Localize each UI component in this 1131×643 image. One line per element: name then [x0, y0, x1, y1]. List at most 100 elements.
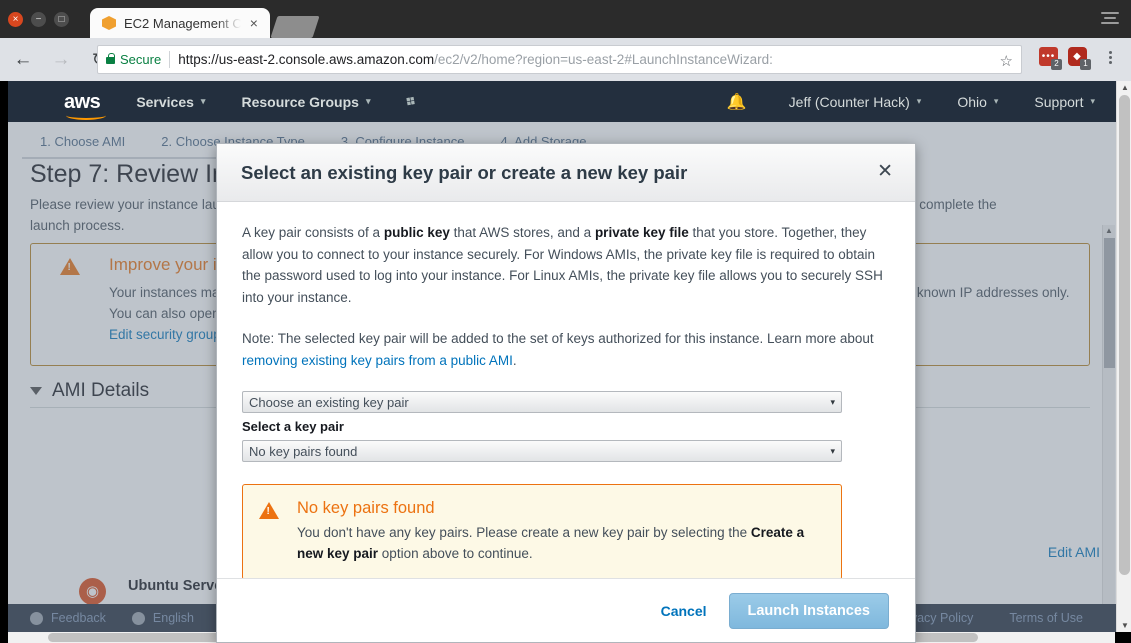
launch-instances-button[interactable]: Launch Instances [728, 592, 889, 629]
ubuntu-logo-icon: ◉ [79, 578, 106, 605]
alert-text-part-2: option above to continue. [378, 546, 533, 561]
aws-logo-text: aws [64, 90, 101, 113]
security-status-label: Secure [120, 52, 162, 67]
alert-text: You don't have any key pairs. Please cre… [297, 522, 825, 564]
key-pair-mode-select[interactable]: Choose an existing key pair ▾ [242, 391, 842, 413]
adblock-extension-icon[interactable]: ••• 2 [1039, 47, 1062, 70]
window-close-button[interactable]: × [8, 12, 23, 27]
browser-toolbar: ← → ↻ Secure https://us-east-2.console.a… [0, 38, 1131, 81]
tab-close-icon[interactable]: × [250, 16, 258, 30]
modal-body: A key pair consists of a public key that… [217, 202, 915, 580]
minimize-icon: − [35, 14, 42, 25]
modal-title: Select an existing key pair or create a … [241, 161, 688, 183]
nav-region[interactable]: Ohio ▾ [957, 94, 998, 110]
key-pair-name-value: No key pairs found [249, 443, 358, 459]
feedback-link[interactable]: Feedback [51, 611, 106, 625]
url-text: https://us-east-2.console.aws.amazon.com… [178, 52, 773, 67]
cancel-button[interactable]: Cancel [661, 603, 707, 619]
public-key-term: public key [383, 225, 450, 240]
pin-icon[interactable]: ❖ [401, 91, 420, 112]
bookmark-star-icon[interactable]: ☆ [1000, 52, 1013, 70]
chevron-down-icon: ▾ [200, 96, 206, 106]
key-pair-mode-value: Choose an existing key pair [249, 394, 409, 410]
note-part-1: Note: The selected key pair will be adde… [242, 331, 874, 346]
window-titlebar: × − □ EC2 Management C × [0, 0, 1131, 38]
new-tab-button[interactable] [270, 16, 320, 38]
scroll-up-icon[interactable]: ▲ [1121, 83, 1129, 92]
aws-cube-icon [102, 16, 116, 30]
window-minimize-button[interactable]: − [31, 12, 46, 27]
page-vertical-scrollbar[interactable]: ▲ ▼ [1116, 81, 1131, 632]
chevron-down-icon: ▾ [1090, 96, 1095, 106]
window-controls: × − □ [8, 12, 69, 27]
browser-tab[interactable]: EC2 Management C × [90, 8, 270, 38]
terms-of-use-link[interactable]: Terms of Use [1009, 611, 1083, 625]
language-link[interactable]: English [153, 611, 194, 625]
nav-resource-groups[interactable]: Resource Groups ▾ [241, 94, 370, 110]
caret-down-icon [30, 387, 42, 395]
inner-scroll-thumb[interactable] [1104, 238, 1115, 368]
adblock-badge: 2 [1051, 59, 1062, 70]
notification-bell-icon[interactable]: 🔔 [727, 92, 747, 112]
alert-text-part-1: You don't have any key pairs. Please cre… [297, 525, 751, 540]
chevron-down-icon: ▾ [830, 445, 835, 456]
nav-support[interactable]: Support ▾ [1034, 94, 1095, 110]
scroll-down-icon[interactable]: ▼ [1121, 621, 1129, 630]
nav-region-label: Ohio [957, 93, 987, 110]
nav-support-label: Support [1034, 93, 1084, 110]
chevron-down-icon: ▾ [365, 96, 371, 106]
vertical-scroll-thumb[interactable] [1119, 95, 1130, 575]
warning-triangle-icon [259, 499, 279, 565]
back-button[interactable]: ← [8, 45, 38, 75]
alert-content: No key pairs found You don't have any ke… [297, 499, 825, 565]
warning-triangle-icon [60, 258, 80, 276]
wizard-tab-1[interactable]: 1. Choose AMI [22, 130, 144, 159]
edit-ami-link[interactable]: Edit AMI [1048, 544, 1100, 560]
forward-button[interactable]: → [46, 45, 76, 75]
url-host: https://us-east-2.console.aws.amazon.com [178, 52, 435, 67]
removing-key-pairs-link[interactable]: removing existing key pairs from a publi… [242, 353, 513, 368]
footer-left: Feedback English [30, 611, 194, 625]
omnibox-divider [169, 51, 171, 68]
shield-extension-icon[interactable]: ◆ 1 [1068, 47, 1091, 70]
nav-account[interactable]: Jeff (Counter Hack) ▾ [789, 94, 922, 110]
close-icon[interactable]: ✕ [877, 162, 893, 181]
ami-details-header[interactable]: AMI Details [30, 380, 149, 402]
hamburger-icon[interactable] [1101, 12, 1119, 28]
chevron-down-icon: ▾ [993, 96, 999, 106]
feedback-icon[interactable] [30, 611, 43, 625]
browser-menu-icon[interactable] [1101, 47, 1119, 67]
no-key-pairs-alert: No key pairs found You don't have any ke… [242, 484, 842, 580]
private-key-term: private key file [594, 225, 689, 240]
aws-logo[interactable]: aws [64, 90, 106, 120]
url-path: /ec2/v2/home?region=us-east-2#LaunchInst… [434, 52, 773, 67]
browser-tab-title: EC2 Management C [124, 15, 242, 31]
alert-title: No key pairs found [297, 499, 435, 517]
note-part-2: . [512, 352, 517, 368]
scroll-up-icon[interactable]: ▲ [1105, 226, 1113, 235]
inner-scrollbar[interactable]: ▲ ▼ [1102, 225, 1115, 632]
chevron-down-icon: ▾ [916, 96, 922, 106]
nav-account-label: Jeff (Counter Hack) [788, 93, 910, 110]
nav-services-label: Services [136, 93, 194, 110]
lock-icon [106, 53, 115, 64]
address-bar[interactable]: Secure https://us-east-2.console.aws.ama… [97, 45, 1022, 74]
nav-resource-groups-label: Resource Groups [241, 93, 359, 110]
key-pair-modal: Select an existing key pair or create a … [216, 143, 916, 643]
globe-icon[interactable] [131, 611, 145, 625]
aws-global-nav: aws Services ▾ Resource Groups ▾ ❖ 🔔 Jef… [8, 81, 1123, 122]
key-pair-name-select[interactable]: No key pairs found ▾ [242, 440, 842, 462]
browser-tabstrip: EC2 Management C × [90, 8, 320, 38]
desc-part-2: that AWS stores, and a [449, 225, 595, 240]
select-key-pair-label: Select a key pair [242, 419, 344, 434]
close-icon: × [12, 14, 19, 25]
modal-header: Select an existing key pair or create a … [217, 144, 915, 202]
window-maximize-button[interactable]: □ [54, 12, 69, 27]
key-pair-description: A key pair consists of a public key that… [242, 222, 890, 308]
key-pair-note: Note: The selected key pair will be adde… [242, 328, 890, 371]
aws-smile-icon [66, 111, 106, 120]
nav-services[interactable]: Services ▾ [136, 94, 205, 110]
modal-footer: Cancel Launch Instances [217, 578, 915, 642]
desc-part-1: A key pair consists of a [242, 225, 384, 240]
extension-icons: ••• 2 ◆ 1 [1039, 47, 1091, 70]
